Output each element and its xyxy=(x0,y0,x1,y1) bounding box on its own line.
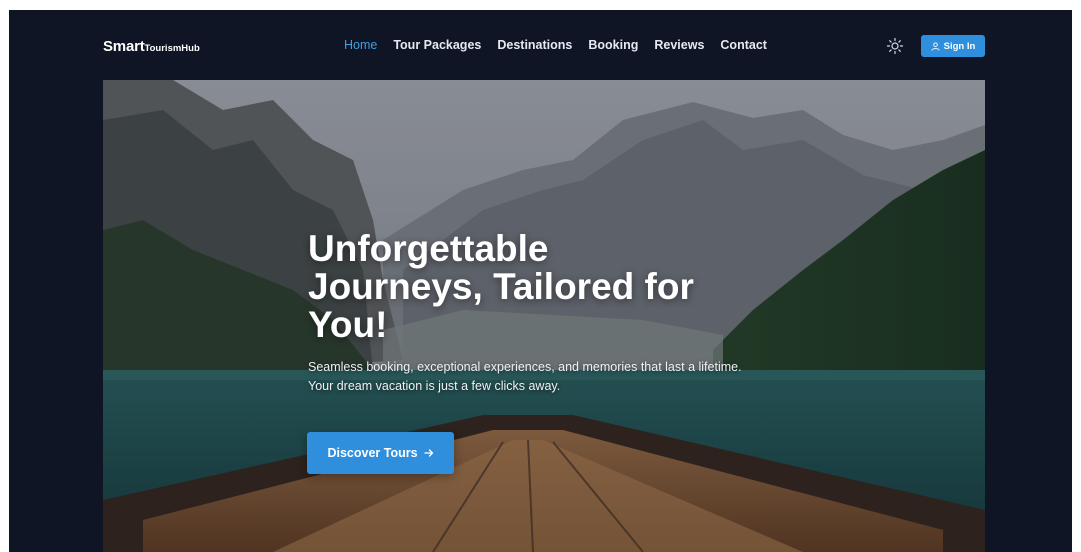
nav-tour-packages[interactable]: Tour Packages xyxy=(393,38,481,52)
theme-toggle-button[interactable] xyxy=(886,37,904,55)
nav-contact[interactable]: Contact xyxy=(720,38,767,52)
logo-primary-text: Smart xyxy=(103,38,145,55)
nav-reviews[interactable]: Reviews xyxy=(654,38,704,52)
hero-title-line: You! xyxy=(308,304,388,345)
navbar: SmartTourismHub Home Tour Packages Desti… xyxy=(9,10,1072,82)
sign-in-label: Sign In xyxy=(943,40,976,52)
main-nav: Home Tour Packages Destinations Booking … xyxy=(344,38,767,52)
sign-in-button[interactable]: Sign In xyxy=(921,35,985,57)
logo-secondary-text: TourismHub xyxy=(144,43,200,54)
hero-title-line: Unforgettable xyxy=(308,228,549,269)
arrow-right-icon xyxy=(423,449,433,457)
hero-section: Unforgettable Journeys, Tailored for You… xyxy=(103,80,985,552)
logo[interactable]: SmartTourismHub xyxy=(103,38,200,56)
page-frame: SmartTourismHub Home Tour Packages Desti… xyxy=(9,10,1072,552)
hero-title-line: Journeys, Tailored for xyxy=(308,266,694,307)
hero-title: Unforgettable Journeys, Tailored for You… xyxy=(308,230,768,344)
nav-booking[interactable]: Booking xyxy=(588,38,638,52)
sun-icon xyxy=(886,37,904,55)
nav-destinations[interactable]: Destinations xyxy=(497,38,572,52)
user-icon xyxy=(931,41,940,51)
nav-home[interactable]: Home xyxy=(344,38,377,52)
hero-subtitle: Seamless booking, exceptional experience… xyxy=(308,360,742,393)
discover-tours-label: Discover Tours xyxy=(327,446,418,460)
discover-tours-button[interactable]: Discover Tours xyxy=(307,432,454,474)
hero-content: Unforgettable Journeys, Tailored for You… xyxy=(308,230,768,396)
